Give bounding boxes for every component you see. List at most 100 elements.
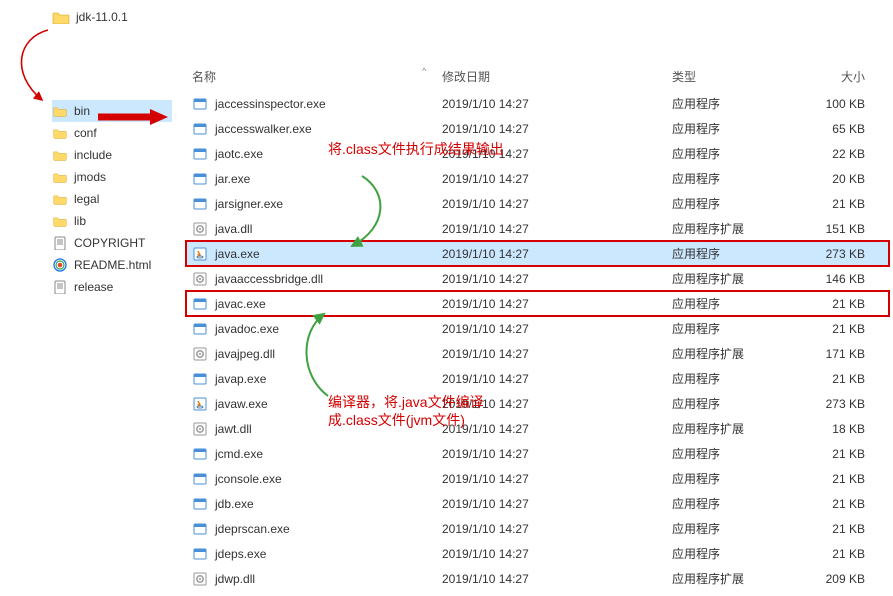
file-size: 146 KB [822, 272, 889, 286]
tree-item-label: release [74, 280, 113, 294]
tree-item-label: COPYRIGHT [74, 236, 145, 250]
folder-icon [52, 10, 70, 24]
header-name[interactable]: 名称 [186, 68, 442, 85]
file-size: 21 KB [822, 547, 889, 561]
java-icon [192, 396, 208, 412]
exe-icon [192, 546, 208, 562]
file-name: javaw.exe [215, 397, 268, 411]
file-date: 2019/1/10 14:27 [442, 172, 672, 186]
file-row[interactable]: jdwp.dll2019/1/10 14:27应用程序扩展209 KB [186, 566, 889, 591]
arrow-bin-to-files [98, 108, 170, 126]
file-name: jdb.exe [215, 497, 254, 511]
file-type: 应用程序 [672, 145, 822, 162]
tree-item-label: lib [74, 214, 86, 228]
file-date: 2019/1/10 14:27 [442, 297, 672, 311]
file-size: 21 KB [822, 497, 889, 511]
file-size: 65 KB [822, 122, 889, 136]
exe-icon [192, 96, 208, 112]
file-row[interactable]: javadoc.exe2019/1/10 14:27应用程序21 KB [186, 316, 889, 341]
file-type: 应用程序 [672, 395, 822, 412]
arrow-annot-to-javac [294, 310, 344, 400]
tree-item-label: include [74, 148, 112, 162]
file-type: 应用程序 [672, 120, 822, 137]
file-size: 20 KB [822, 172, 889, 186]
text-icon [52, 235, 68, 251]
file-name: javajpeg.dll [215, 347, 275, 361]
file-row[interactable]: jarsigner.exe2019/1/10 14:27应用程序21 KB [186, 191, 889, 216]
root-folder-label: jdk-11.0.1 [76, 10, 128, 24]
file-row[interactable]: jar.exe2019/1/10 14:27应用程序20 KB [186, 166, 889, 191]
html-icon [52, 257, 68, 273]
file-row[interactable]: jaotc.exe2019/1/10 14:27应用程序22 KB [186, 141, 889, 166]
file-type: 应用程序扩展 [672, 570, 822, 587]
file-type: 应用程序 [672, 245, 822, 262]
dll-icon [192, 571, 208, 587]
exe-icon [192, 321, 208, 337]
exe-icon [192, 146, 208, 162]
file-row[interactable]: jdeprscan.exe2019/1/10 14:27应用程序21 KB [186, 516, 889, 541]
file-date: 2019/1/10 14:27 [442, 447, 672, 461]
file-name: jdeprscan.exe [215, 522, 290, 536]
sort-indicator-icon: ^ [422, 66, 426, 76]
file-date: 2019/1/10 14:27 [442, 122, 672, 136]
file-date: 2019/1/10 14:27 [442, 247, 672, 261]
file-type: 应用程序扩展 [672, 270, 822, 287]
root-folder[interactable]: jdk-11.0.1 [52, 10, 128, 24]
file-row[interactable]: jaccesswalker.exe2019/1/10 14:27应用程序65 K… [186, 116, 889, 141]
file-size: 21 KB [822, 472, 889, 486]
file-date: 2019/1/10 14:27 [442, 347, 672, 361]
file-name: jaotc.exe [215, 147, 263, 161]
folder-icon [52, 169, 68, 185]
file-row[interactable]: jaccessinspector.exe2019/1/10 14:27应用程序1… [186, 91, 889, 116]
file-type: 应用程序扩展 [672, 220, 822, 237]
file-date: 2019/1/10 14:27 [442, 497, 672, 511]
file-date: 2019/1/10 14:27 [442, 472, 672, 486]
exe-icon [192, 371, 208, 387]
file-row[interactable]: jdeps.exe2019/1/10 14:27应用程序21 KB [186, 541, 889, 566]
header-date[interactable]: 修改日期 [442, 68, 672, 85]
tree-item-legal[interactable]: legal [52, 188, 172, 210]
file-size: 151 KB [822, 222, 889, 236]
tree-item-readme-html[interactable]: README.html [52, 254, 172, 276]
file-row[interactable]: javaaccessbridge.dll2019/1/10 14:27应用程序扩… [186, 266, 889, 291]
file-row[interactable]: javajpeg.dll2019/1/10 14:27应用程序扩展171 KB [186, 341, 889, 366]
tree-item-copyright[interactable]: COPYRIGHT [52, 232, 172, 254]
file-name: jcmd.exe [215, 447, 263, 461]
file-size: 100 KB [822, 97, 889, 111]
file-row[interactable]: jcmd.exe2019/1/10 14:27应用程序21 KB [186, 441, 889, 466]
tree-item-label: bin [74, 104, 90, 118]
file-date: 2019/1/10 14:27 [442, 322, 672, 336]
file-row[interactable]: jawt.dll2019/1/10 14:27应用程序扩展18 KB [186, 416, 889, 441]
file-size: 21 KB [822, 197, 889, 211]
file-list-pane: ^ 名称 修改日期 类型 大小 jaccessinspector.exe2019… [186, 64, 889, 591]
file-row[interactable]: java.dll2019/1/10 14:27应用程序扩展151 KB [186, 216, 889, 241]
tree-item-jmods[interactable]: jmods [52, 166, 172, 188]
exe-icon [192, 121, 208, 137]
file-type: 应用程序 [672, 95, 822, 112]
file-type: 应用程序 [672, 195, 822, 212]
file-row[interactable]: jconsole.exe2019/1/10 14:27应用程序21 KB [186, 466, 889, 491]
text-icon [52, 279, 68, 295]
file-date: 2019/1/10 14:27 [442, 222, 672, 236]
annotation-java-exe: 将.class文件执行成结果输出 [328, 140, 504, 158]
file-size: 209 KB [822, 572, 889, 586]
tree-item-release[interactable]: release [52, 276, 172, 298]
column-headers[interactable]: ^ 名称 修改日期 类型 大小 [186, 64, 889, 91]
dll-icon [192, 346, 208, 362]
header-size[interactable]: 大小 [822, 68, 889, 85]
tree-item-label: README.html [74, 258, 151, 272]
file-size: 273 KB [822, 397, 889, 411]
file-type: 应用程序 [672, 470, 822, 487]
file-size: 21 KB [822, 297, 889, 311]
header-type[interactable]: 类型 [672, 68, 822, 85]
file-size: 21 KB [822, 447, 889, 461]
file-row[interactable]: javaw.exe2019/1/10 14:27应用程序273 KB [186, 391, 889, 416]
file-date: 2019/1/10 14:27 [442, 197, 672, 211]
tree-item-include[interactable]: include [52, 144, 172, 166]
file-row[interactable]: javap.exe2019/1/10 14:27应用程序21 KB [186, 366, 889, 391]
tree-item-lib[interactable]: lib [52, 210, 172, 232]
folder-icon [52, 147, 68, 163]
file-row[interactable]: java.exe2019/1/10 14:27应用程序273 KB [186, 241, 889, 266]
file-row[interactable]: jdb.exe2019/1/10 14:27应用程序21 KB [186, 491, 889, 516]
file-row[interactable]: javac.exe2019/1/10 14:27应用程序21 KB [186, 291, 889, 316]
